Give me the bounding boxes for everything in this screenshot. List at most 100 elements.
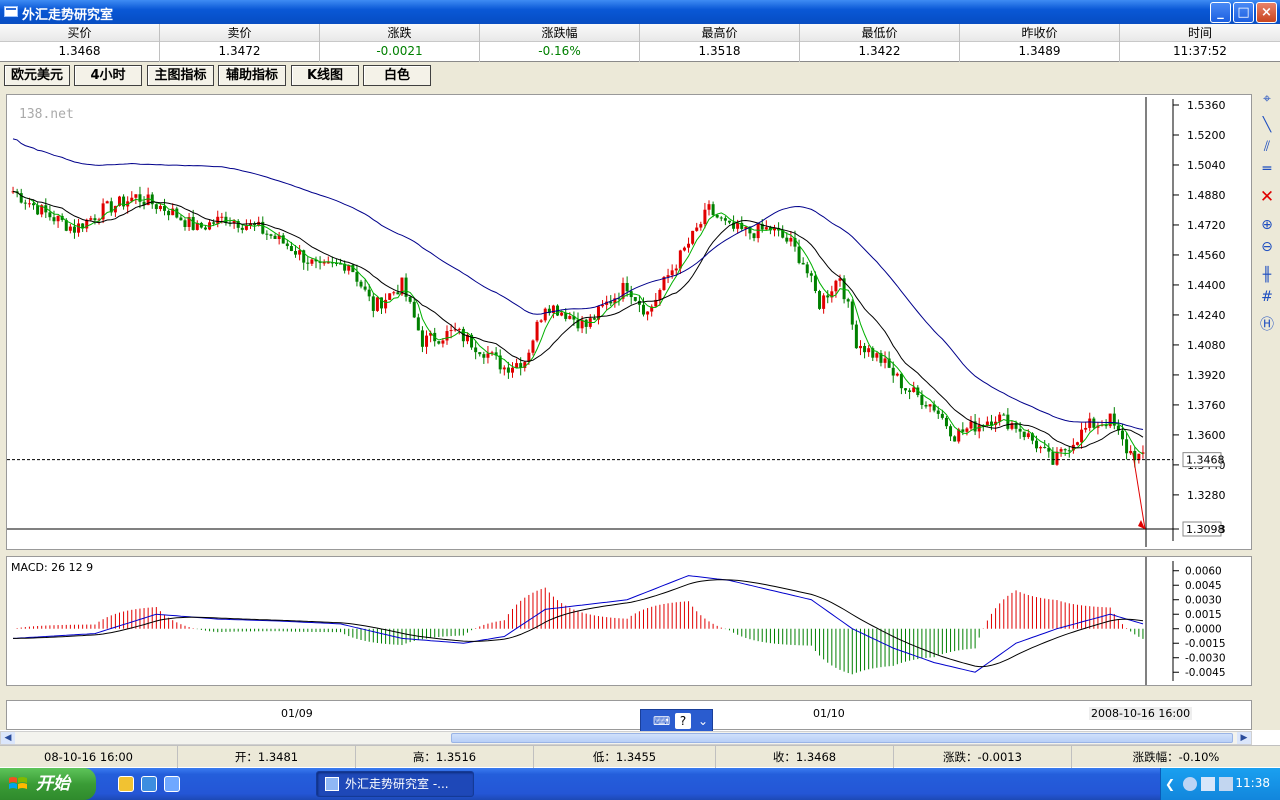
macd-tick-label: 0.0045 <box>1185 580 1222 592</box>
parallel-line-tool-icon[interactable]: ⫽ <box>1258 138 1276 156</box>
help-icon[interactable]: ? <box>675 713 691 729</box>
macd-tick-label: -0.0015 <box>1185 638 1226 650</box>
start-button[interactable]: 开始 <box>0 768 96 800</box>
candle-body <box>924 404 928 407</box>
crosshair-icon[interactable]: ╫ <box>1258 266 1276 284</box>
system-tray: ❮ 11:38 <box>1160 768 1280 800</box>
symbol-button[interactable]: 欧元美元 <box>4 65 70 86</box>
zoom-out-icon[interactable]: ⊖ <box>1258 238 1276 256</box>
quote-header-high: 最高价 <box>640 24 799 42</box>
candle-body <box>457 328 461 330</box>
status-change-pct: 涨跌幅：-0.10% <box>1132 750 1220 764</box>
candle-body <box>969 421 973 429</box>
sub-indicator-button[interactable]: 辅助指标 <box>218 65 286 86</box>
candle-body <box>203 227 207 230</box>
horizontal-line-tool-icon[interactable]: ═ <box>1258 160 1276 178</box>
maximize-button[interactable]: □ <box>1233 2 1254 23</box>
cursor-tool-icon[interactable]: ⌖ <box>1258 90 1276 108</box>
tray-expand-icon[interactable]: ❮ <box>1165 777 1177 791</box>
candle-body <box>367 289 371 297</box>
time-label-1: 01/09 <box>281 707 313 720</box>
candle-body <box>858 345 862 349</box>
macd-chart[interactable]: 0.0060 0.0045 0.0030 0.0015 0.0000 -0.0015 -0.… <box>7 557 1251 685</box>
candle-body <box>502 367 506 370</box>
price-chart-panel[interactable]: 138.net 1.5360 1.5200 1.5040 1.4880 1.4720 1.… <box>6 94 1252 550</box>
keyboard-icon[interactable]: ⌨ <box>653 713 670 729</box>
quote-value-change-pct: -0.16% <box>538 44 581 58</box>
color-scheme-button[interactable]: 白色 <box>363 65 431 86</box>
forecast-arrow-line <box>1132 452 1146 530</box>
price-chart[interactable]: 1.5360 1.5200 1.5040 1.4880 1.4720 1.4560 1.44… <box>7 95 1251 549</box>
tray-icon-1[interactable] <box>1183 777 1197 791</box>
scroll-right-icon[interactable]: ▶ <box>1237 732 1251 744</box>
taskbar-item-app[interactable]: 外汇走势研究室 -... <box>316 771 474 797</box>
zoom-in-icon[interactable]: ⊕ <box>1258 216 1276 234</box>
hl-icon[interactable]: Ⓗ <box>1258 316 1276 334</box>
candle-body <box>895 373 899 376</box>
candle-body <box>474 347 478 353</box>
candle-body <box>48 212 52 218</box>
y-tick-label: 1.5040 <box>1187 159 1226 172</box>
tray-volume-icon[interactable] <box>1219 777 1233 791</box>
candle-body <box>953 436 957 442</box>
minimize-button[interactable]: _ <box>1210 2 1231 23</box>
candle-body <box>1088 418 1092 428</box>
expand-icon[interactable]: ⌄ <box>695 713 711 729</box>
candle-body <box>52 217 56 222</box>
y-tick-label: 1.4720 <box>1187 219 1226 232</box>
candle-body <box>175 208 179 218</box>
macd-panel[interactable]: 0.0060 0.0045 0.0030 0.0015 0.0000 -0.0015 -0.… <box>6 556 1252 686</box>
candle-body <box>846 299 850 302</box>
candle-body <box>265 233 269 235</box>
quicklaunch-ie-icon[interactable] <box>141 776 157 792</box>
status-high: 高：1.3516 <box>356 746 534 768</box>
quicklaunch-folder-icon[interactable] <box>118 776 134 792</box>
grid-icon[interactable]: # <box>1258 288 1276 306</box>
candle-body <box>826 295 830 298</box>
line-tool-icon[interactable]: ╲ <box>1258 116 1276 134</box>
candle-body <box>989 421 993 426</box>
main-indicator-button[interactable]: 主图指标 <box>147 65 214 86</box>
scroll-left-icon[interactable]: ◀ <box>1 732 15 744</box>
candle-body <box>408 296 412 302</box>
candle-body <box>363 286 367 290</box>
scroll-thumb[interactable] <box>451 733 1233 743</box>
candle-body <box>928 404 932 407</box>
candle-body <box>789 237 793 242</box>
candle-body <box>531 340 535 353</box>
candle-body <box>658 289 662 300</box>
candle-body <box>867 348 871 353</box>
candle-body <box>1092 418 1096 428</box>
current-price-label: 1.3468 <box>1186 454 1225 467</box>
candle-body <box>674 268 678 271</box>
y-tick-label: 1.4560 <box>1187 249 1226 262</box>
y-tick-label: 1.4080 <box>1187 339 1226 352</box>
candle-body <box>899 373 903 389</box>
candle-body <box>949 426 953 437</box>
candle-body <box>326 262 330 264</box>
candle-body <box>412 301 416 318</box>
horizontal-scrollbar[interactable]: ◀ ▶ <box>0 731 1252 745</box>
chart-type-button[interactable]: K线图 <box>291 65 359 86</box>
candle-body <box>752 233 756 239</box>
candle-body <box>506 367 510 373</box>
candle-body <box>1084 427 1088 430</box>
status-close: 收：1.3468 <box>716 746 894 768</box>
tray-network-icon[interactable] <box>1201 777 1215 791</box>
timeframe-button[interactable]: 4小时 <box>74 65 142 86</box>
candle-body <box>515 363 519 368</box>
candle-body <box>703 209 707 225</box>
candle-body <box>785 237 789 242</box>
candle-body <box>510 367 514 373</box>
quicklaunch-app-icon[interactable] <box>164 776 180 792</box>
close-button[interactable]: × <box>1256 2 1277 23</box>
candle-body <box>437 341 441 344</box>
title-bar[interactable]: 外汇走势研究室 _ □ × <box>0 0 1280 24</box>
candle-body <box>1120 430 1124 440</box>
macd-tick-label: 0.0060 <box>1185 566 1222 578</box>
candle-body <box>212 222 216 224</box>
delete-icon[interactable]: ✕ <box>1258 188 1276 206</box>
candle-body <box>822 295 826 309</box>
candle-body <box>163 205 167 211</box>
candle-body <box>560 312 564 316</box>
